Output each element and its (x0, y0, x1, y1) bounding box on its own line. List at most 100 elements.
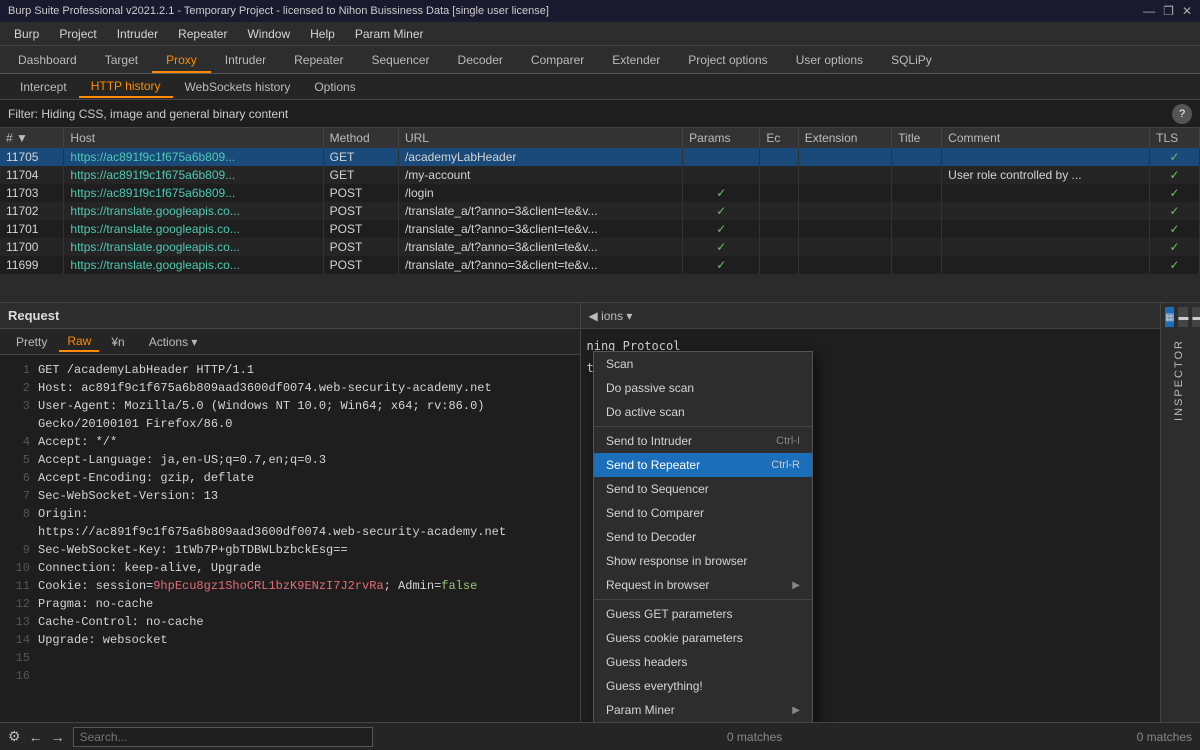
table-cell (892, 220, 942, 238)
minimize-button[interactable]: — (1143, 4, 1155, 18)
ctx-send-to-repeater[interactable]: Send to RepeaterCtrl-R (594, 453, 812, 477)
response-actions[interactable]: ◀ ions ▾ (589, 309, 633, 323)
ctx-guess-headers[interactable]: Guess headers (594, 650, 812, 674)
response-header: ◀ ions ▾ (581, 303, 1161, 329)
ctx-param-miner[interactable]: Param Miner▶ (594, 698, 812, 722)
subtab-options[interactable]: Options (302, 77, 367, 97)
nav-back-button[interactable]: ← (29, 729, 43, 745)
main-area: # ▼ Host Method URL Params Ec Extension … (0, 128, 1200, 750)
inspector-icon-split[interactable]: ▬ (1178, 307, 1188, 327)
req-tab-raw[interactable]: Raw (59, 332, 99, 352)
ctx-send-to-decoder[interactable]: Send to Decoder (594, 525, 812, 549)
req-actions-dropdown[interactable]: Actions ▾ (141, 333, 206, 351)
subtab-intercept[interactable]: Intercept (8, 77, 79, 97)
nav-forward-button[interactable]: → (51, 729, 65, 745)
table-cell: https://ac891f9c1f675a6b809... (64, 184, 323, 202)
tab-user-options[interactable]: User options (782, 49, 877, 73)
table-cell: POST (323, 256, 398, 274)
table-cell (942, 220, 1150, 238)
title-bar: Burp Suite Professional v2021.2.1 - Temp… (0, 0, 1200, 22)
table-cell (760, 256, 798, 274)
table-row[interactable]: 11703https://ac891f9c1f675a6b809...POST/… (0, 184, 1200, 202)
subtab-http-history[interactable]: HTTP history (79, 76, 173, 98)
ctx-send-to-intruder[interactable]: Send to IntruderCtrl-I (594, 429, 812, 453)
tab-sequencer[interactable]: Sequencer (358, 49, 444, 73)
tab-extender[interactable]: Extender (598, 49, 674, 73)
table-cell: User role controlled by ... (942, 166, 1150, 184)
menu-param-miner[interactable]: Param Miner (345, 25, 434, 43)
table-cell: /translate_a/t?anno=3&client=te&v... (398, 238, 682, 256)
close-button[interactable]: ✕ (1182, 4, 1192, 18)
table-cell: /translate_a/t?anno=3&client=te&v... (398, 202, 682, 220)
menu-project[interactable]: Project (49, 25, 106, 43)
table-cell: ✓ (1150, 220, 1200, 238)
ctx-do-passive-scan[interactable]: Do passive scan (594, 376, 812, 400)
table-row[interactable]: 11704https://ac891f9c1f675a6b809...GET/m… (0, 166, 1200, 184)
table-cell: ✓ (1150, 238, 1200, 256)
settings-icon[interactable]: ⚙ (8, 728, 21, 745)
req-tab-pretty[interactable]: Pretty (8, 333, 55, 351)
code-line-4: 4 Accept: */* (6, 433, 574, 451)
ctx-send-to-comparer[interactable]: Send to Comparer (594, 501, 812, 525)
table-header-row: # ▼ Host Method URL Params Ec Extension … (0, 128, 1200, 148)
request-header: Request (0, 303, 580, 329)
table-cell: 11705 (0, 148, 64, 166)
filter-text: Filter: Hiding CSS, image and general bi… (8, 107, 288, 121)
menu-burp[interactable]: Burp (4, 25, 49, 43)
col-tls: TLS (1150, 128, 1200, 148)
menu-help[interactable]: Help (300, 25, 345, 43)
table-cell: https://ac891f9c1f675a6b809... (64, 166, 323, 184)
table-row[interactable]: 11699https://translate.googleapis.co...P… (0, 256, 1200, 274)
ctx-guess-everything[interactable]: Guess everything! (594, 674, 812, 698)
request-content: 1 GET /academyLabHeader HTTP/1.1 2 Host:… (0, 355, 580, 722)
tab-proxy[interactable]: Proxy (152, 49, 211, 73)
tab-sqlipy[interactable]: SQLiPy (877, 49, 946, 73)
tab-intruder[interactable]: Intruder (211, 49, 280, 73)
ctx-show-response-browser[interactable]: Show response in browser (594, 549, 812, 573)
history-table-element: # ▼ Host Method URL Params Ec Extension … (0, 128, 1200, 274)
ctx-do-active-scan[interactable]: Do active scan (594, 400, 812, 424)
col-ext: Extension (798, 128, 891, 148)
table-row[interactable]: 11701https://translate.googleapis.co...P… (0, 220, 1200, 238)
table-cell: 11700 (0, 238, 64, 256)
tab-decoder[interactable]: Decoder (444, 49, 517, 73)
code-line-9: 9 Sec-WebSocket-Key: 1tWb7P+gbTDBWLbzbck… (6, 541, 574, 559)
subtab-websockets-history[interactable]: WebSockets history (173, 77, 303, 97)
tab-project-options[interactable]: Project options (674, 49, 781, 73)
col-host: Host (64, 128, 323, 148)
inspector-view-icons: ▦ ▬ ▬ (1161, 303, 1200, 331)
search-input[interactable] (73, 727, 373, 747)
table-cell (798, 166, 891, 184)
menu-intruder[interactable]: Intruder (107, 25, 168, 43)
table-row[interactable]: 11702https://translate.googleapis.co...P… (0, 202, 1200, 220)
maximize-button[interactable]: ❐ (1163, 4, 1174, 18)
code-line-16: 16 (6, 667, 574, 685)
tab-comparer[interactable]: Comparer (517, 49, 598, 73)
ctx-send-to-sequencer[interactable]: Send to Sequencer (594, 477, 812, 501)
context-menu: Scan Do passive scan Do active scan Send… (593, 351, 813, 722)
request-panel: Request Pretty Raw ¥n Actions ▾ 1 GET /a… (0, 303, 581, 722)
req-tab-yn[interactable]: ¥n (103, 333, 132, 351)
table-row[interactable]: 11700https://translate.googleapis.co...P… (0, 238, 1200, 256)
table-cell (892, 256, 942, 274)
tab-repeater[interactable]: Repeater (280, 49, 357, 73)
table-row[interactable]: 11705https://ac891f9c1f675a6b809...GET/a… (0, 148, 1200, 166)
top-tabs: Dashboard Target Proxy Intruder Repeater… (0, 46, 1200, 74)
ctx-scan[interactable]: Scan (594, 352, 812, 376)
ctx-guess-cookie-params[interactable]: Guess cookie parameters (594, 626, 812, 650)
table-cell: /translate_a/t?anno=3&client=te&v... (398, 256, 682, 274)
inspector-icon-list[interactable]: ▬ (1192, 307, 1200, 327)
menu-repeater[interactable]: Repeater (168, 25, 237, 43)
col-method: Method (323, 128, 398, 148)
tab-dashboard[interactable]: Dashboard (4, 49, 91, 73)
table-cell: POST (323, 238, 398, 256)
ctx-guess-get-params[interactable]: Guess GET parameters (594, 602, 812, 626)
filter-help-button[interactable]: ? (1172, 104, 1192, 124)
table-cell (892, 202, 942, 220)
table-cell (892, 166, 942, 184)
tab-target[interactable]: Target (91, 49, 152, 73)
inspector-icon-grid[interactable]: ▦ (1165, 307, 1174, 327)
ctx-request-in-browser[interactable]: Request in browser▶ (594, 573, 812, 597)
menu-window[interactable]: Window (237, 25, 300, 43)
code-line-6: 6 Accept-Encoding: gzip, deflate (6, 469, 574, 487)
